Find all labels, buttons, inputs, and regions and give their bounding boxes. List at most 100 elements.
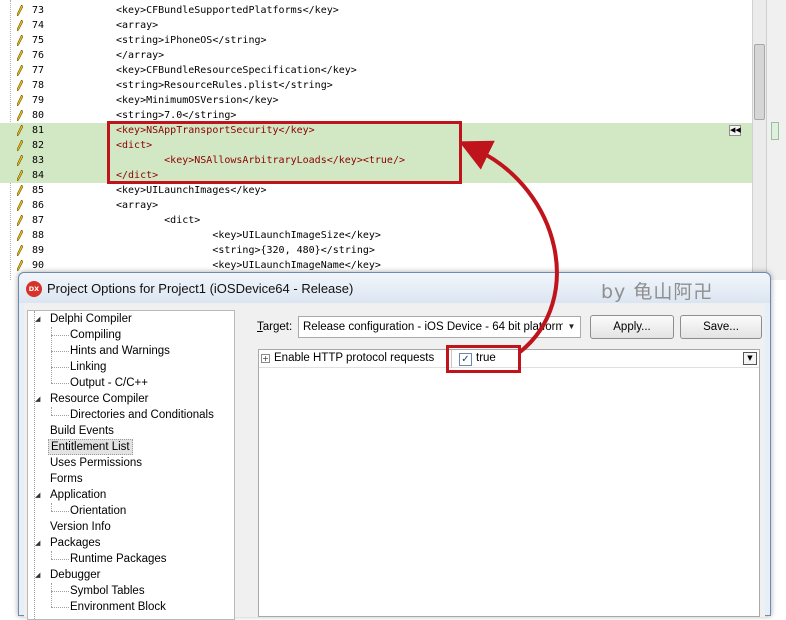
collapse-arrow-icon[interactable]: ◢ (35, 492, 41, 499)
dialog-body: ◢ Delphi Compiler Compiling Hints and Wa… (24, 303, 765, 620)
line-number: 85 (32, 185, 45, 196)
line-number: 89 (32, 245, 45, 256)
target-label-text: arget: (262, 321, 293, 333)
tree-item-delphi-compiler[interactable]: Delphi Compiler (48, 311, 134, 327)
tree-item-runtime-packages[interactable]: Runtime Packages (68, 551, 169, 567)
apply-button[interactable]: Apply... (590, 315, 674, 339)
modified-pencil-icon (16, 109, 24, 122)
expand-icon[interactable]: + (261, 354, 270, 363)
value-dropdown-icon[interactable]: ▼ (743, 352, 757, 365)
line-number: 74 (32, 20, 45, 31)
collapse-region-icon[interactable]: ◀◀ (729, 125, 741, 136)
tree-item-application[interactable]: Application (48, 487, 108, 503)
line-number: 78 (32, 80, 45, 91)
tree-item-packages[interactable]: Packages (48, 535, 103, 551)
code-editor[interactable]: 73 <key>CFBundleSupportedPlatforms</key> 7… (0, 0, 786, 280)
modified-pencil-icon (16, 49, 24, 62)
code-line[interactable]: 77 <key>CFBundleResourceSpecification</ke… (0, 63, 752, 78)
code-line[interactable]: 76 </array> (0, 48, 752, 63)
code-text: <array> (116, 200, 159, 211)
code-text: <array> (116, 20, 159, 31)
tree-connector (51, 351, 69, 352)
tree-item-build-events[interactable]: Build Events (48, 423, 116, 439)
line-number: 82 (32, 140, 45, 151)
scrollbar-thumb[interactable] (754, 44, 765, 120)
tree-item-output[interactable]: Output - C/C++ (68, 375, 150, 391)
target-select[interactable]: Release configuration - iOS Device - 64 … (298, 316, 581, 338)
tree-connector (51, 607, 69, 608)
tree-connector (51, 367, 69, 368)
modified-pencil-icon (16, 64, 24, 77)
line-number: 75 (32, 35, 45, 46)
save-button[interactable]: Save... (680, 315, 762, 339)
tree-item-version-info[interactable]: Version Info (48, 519, 113, 535)
tree-connector (51, 591, 69, 592)
code-line[interactable]: 78 <string>ResourceRules.plist</string> (0, 78, 752, 93)
tree-item-environment-block[interactable]: Environment Block (68, 599, 168, 615)
modified-pencil-icon (16, 214, 24, 227)
delphi-dx-icon: DX (26, 281, 42, 297)
code-text: <key>UILaunchImageSize</key> (116, 230, 381, 241)
line-number: 86 (32, 200, 45, 211)
modified-pencil-icon (16, 79, 24, 92)
tree-connector (51, 503, 52, 511)
tree-item-hints-and-warnings[interactable]: Hints and Warnings (68, 343, 172, 359)
modified-pencil-icon (16, 34, 24, 47)
dropdown-arrow-icon[interactable]: ▼ (563, 317, 580, 337)
modified-pencil-icon (16, 259, 24, 272)
tree-item-entitlement-list[interactable]: Entitlement List (48, 439, 133, 455)
code-text: <key>MinimumOSVersion</key> (116, 95, 279, 106)
line-number: 88 (32, 230, 45, 241)
code-line[interactable]: 86 <array> (0, 198, 752, 213)
collapse-arrow-icon[interactable]: ◢ (35, 396, 41, 403)
modified-pencil-icon (16, 244, 24, 257)
tree-item-symbol-tables[interactable]: Symbol Tables (68, 583, 147, 599)
tree-item-orientation[interactable]: Orientation (68, 503, 128, 519)
property-grid[interactable]: + Enable HTTP protocol requests ✓ true ▼ (258, 349, 760, 617)
tree-item-directories-and-conditionals[interactable]: Directories and Conditionals (68, 407, 216, 423)
code-line[interactable]: 89 <string>{320, 480}</string> (0, 243, 752, 258)
code-line[interactable]: 79 <key>MinimumOSVersion</key> (0, 93, 752, 108)
tree-item-debugger[interactable]: Debugger (48, 567, 103, 583)
code-text: </array> (116, 50, 165, 61)
line-number: 77 (32, 65, 45, 76)
tree-item-linking[interactable]: Linking (68, 359, 108, 375)
tree-item-uses-permissions[interactable]: Uses Permissions (48, 455, 144, 471)
code-line[interactable]: 88 <key>UILaunchImageSize</key> (0, 228, 752, 243)
tree-connector (51, 559, 69, 560)
modified-pencil-icon (16, 184, 24, 197)
editor-scrollbar[interactable] (752, 0, 766, 280)
code-line[interactable]: 87 <dict> (0, 213, 752, 228)
dialog-titlebar[interactable]: DX Project Options for Project1 (iOSDevi… (19, 273, 770, 303)
code-line[interactable]: 74 <array> (0, 18, 752, 33)
code-text: <dict> (116, 215, 201, 226)
modified-pencil-icon (16, 154, 24, 167)
modified-pencil-icon (16, 139, 24, 152)
target-select-value: Release configuration - iOS Device - 64 … (303, 321, 566, 333)
code-text: <key>CFBundleResourceSpecification</key> (116, 65, 357, 76)
tree-connector (51, 407, 52, 415)
line-number: 73 (32, 5, 45, 16)
code-line[interactable]: 90 <key>UILaunchImageName</key> (0, 258, 752, 273)
code-text: <key>UILaunchImages</key> (116, 185, 267, 196)
collapse-arrow-icon[interactable]: ◢ (35, 540, 41, 547)
modified-pencil-icon (16, 229, 24, 242)
collapse-arrow-icon[interactable]: ◢ (35, 572, 41, 579)
options-tree[interactable]: ◢ Delphi Compiler Compiling Hints and Wa… (27, 310, 235, 620)
target-label: Target: (257, 321, 292, 333)
tree-item-forms[interactable]: Forms (48, 471, 85, 487)
modified-pencil-icon (16, 199, 24, 212)
modified-pencil-icon (16, 4, 24, 17)
editor-overview-strip (766, 0, 786, 280)
line-number: 90 (32, 260, 45, 271)
tree-item-compiling[interactable]: Compiling (68, 327, 123, 343)
code-line[interactable]: 85 <key>UILaunchImages</key> (0, 183, 752, 198)
code-line[interactable]: 73 <key>CFBundleSupportedPlatforms</key> (0, 3, 752, 18)
highlight-box-ats-keys (107, 121, 462, 184)
line-number: 84 (32, 170, 45, 181)
tree-item-resource-compiler[interactable]: Resource Compiler (48, 391, 150, 407)
dialog-title: Project Options for Project1 (iOSDevice6… (47, 281, 354, 296)
code-line[interactable]: 75 <string>iPhoneOS</string> (0, 33, 752, 48)
collapse-arrow-icon[interactable]: ◢ (35, 316, 41, 323)
modified-pencil-icon (16, 94, 24, 107)
